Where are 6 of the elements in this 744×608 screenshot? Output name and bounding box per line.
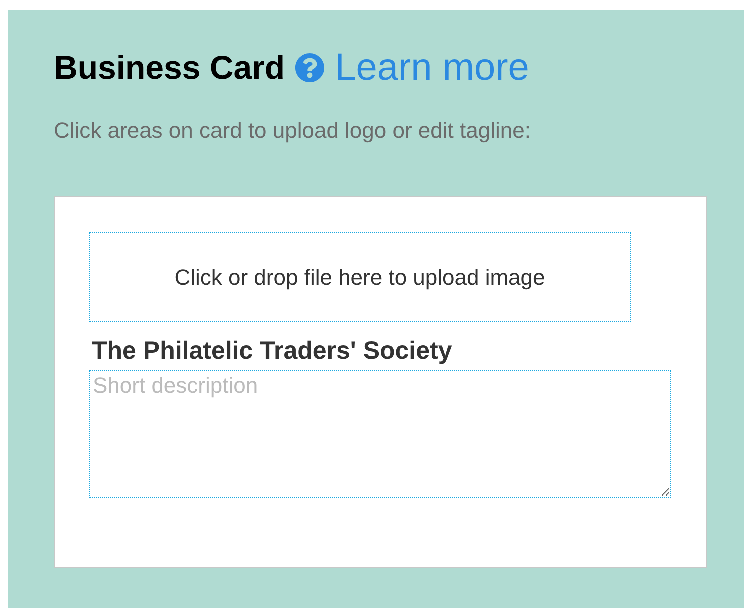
help-icon[interactable] (295, 53, 326, 83)
instructions-text: Click areas on card to upload logo or edit tagline: (54, 118, 532, 144)
company-name: The Philatelic Traders' Society (92, 336, 454, 366)
upload-area[interactable]: Click or drop file here to upload image (89, 232, 631, 322)
heading-title: Business Card (54, 48, 286, 88)
description-field[interactable]: Short description (89, 370, 671, 498)
